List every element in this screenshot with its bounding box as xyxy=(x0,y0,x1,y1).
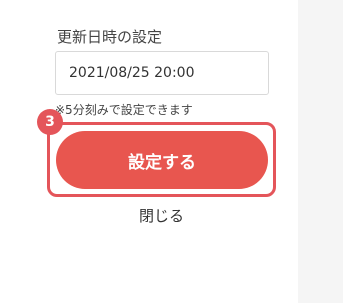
datetime-input[interactable] xyxy=(55,51,269,95)
close-button[interactable]: 閉じる xyxy=(0,205,323,226)
side-panel xyxy=(298,0,343,303)
datetime-field-label: 更新日時の設定 xyxy=(57,28,163,46)
step-number-badge: 3 xyxy=(37,109,63,135)
interval-hint: ※5分刻みで設定できます xyxy=(55,103,193,117)
set-button[interactable]: 設定する xyxy=(56,131,268,189)
